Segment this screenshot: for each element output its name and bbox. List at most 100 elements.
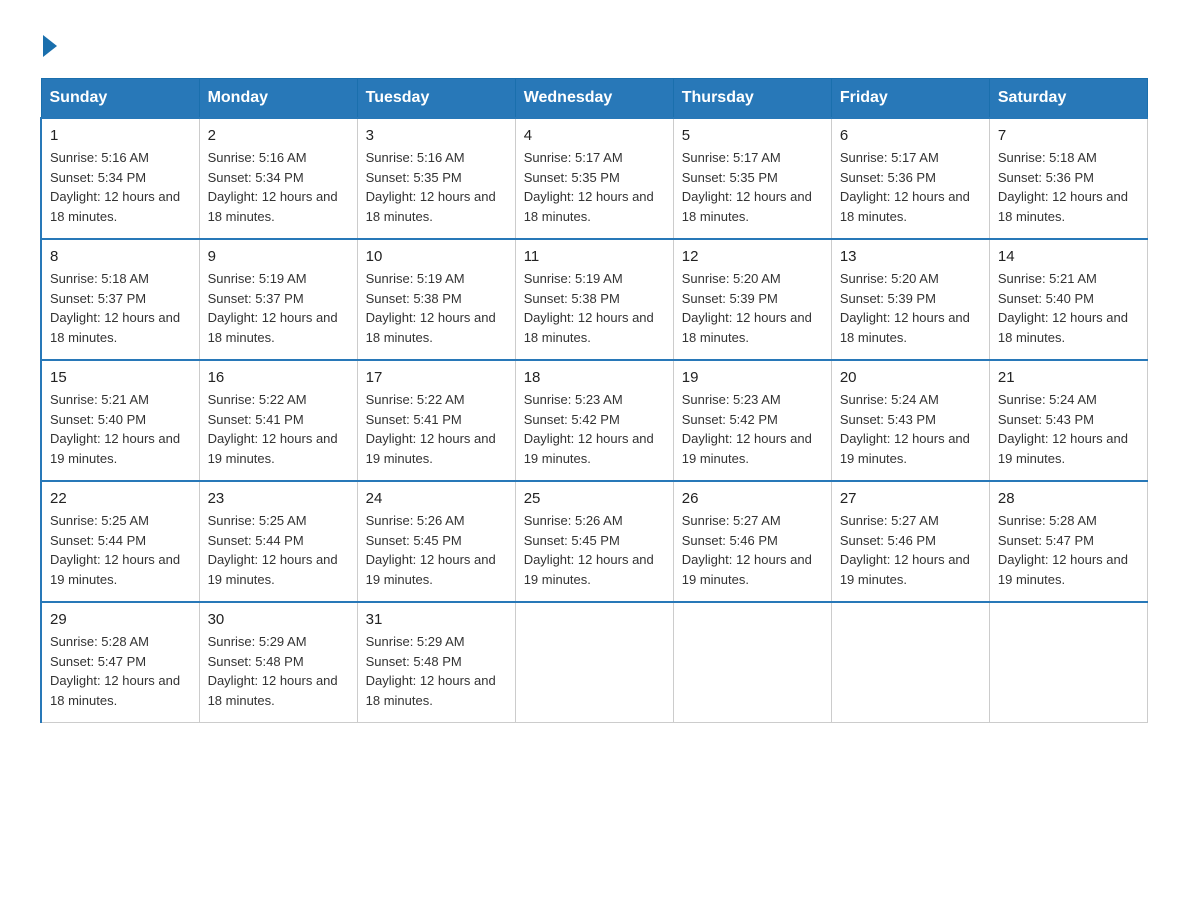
day-number: 7 <box>998 127 1139 144</box>
day-number: 28 <box>998 490 1139 507</box>
day-info: Sunrise: 5:16 AMSunset: 5:34 PMDaylight:… <box>208 148 349 226</box>
calendar-cell: 1 Sunrise: 5:16 AMSunset: 5:34 PMDayligh… <box>41 118 199 239</box>
calendar-week-4: 22 Sunrise: 5:25 AMSunset: 5:44 PMDaylig… <box>41 481 1148 602</box>
day-info: Sunrise: 5:20 AMSunset: 5:39 PMDaylight:… <box>840 269 981 347</box>
day-info: Sunrise: 5:19 AMSunset: 5:38 PMDaylight:… <box>524 269 665 347</box>
day-number: 29 <box>50 611 191 628</box>
col-header-sunday: Sunday <box>41 79 199 119</box>
calendar-cell: 23 Sunrise: 5:25 AMSunset: 5:44 PMDaylig… <box>199 481 357 602</box>
day-number: 20 <box>840 369 981 386</box>
calendar-cell: 7 Sunrise: 5:18 AMSunset: 5:36 PMDayligh… <box>989 118 1147 239</box>
calendar-cell: 8 Sunrise: 5:18 AMSunset: 5:37 PMDayligh… <box>41 239 199 360</box>
calendar-cell: 20 Sunrise: 5:24 AMSunset: 5:43 PMDaylig… <box>831 360 989 481</box>
day-info: Sunrise: 5:29 AMSunset: 5:48 PMDaylight:… <box>366 632 507 710</box>
day-info: Sunrise: 5:27 AMSunset: 5:46 PMDaylight:… <box>840 511 981 589</box>
calendar-cell <box>515 602 673 723</box>
calendar-cell: 24 Sunrise: 5:26 AMSunset: 5:45 PMDaylig… <box>357 481 515 602</box>
calendar-table: SundayMondayTuesdayWednesdayThursdayFrid… <box>40 78 1148 723</box>
day-info: Sunrise: 5:19 AMSunset: 5:37 PMDaylight:… <box>208 269 349 347</box>
calendar-header-row: SundayMondayTuesdayWednesdayThursdayFrid… <box>41 79 1148 119</box>
day-number: 11 <box>524 248 665 265</box>
col-header-friday: Friday <box>831 79 989 119</box>
day-number: 25 <box>524 490 665 507</box>
day-number: 26 <box>682 490 823 507</box>
calendar-cell: 13 Sunrise: 5:20 AMSunset: 5:39 PMDaylig… <box>831 239 989 360</box>
day-info: Sunrise: 5:16 AMSunset: 5:35 PMDaylight:… <box>366 148 507 226</box>
day-number: 21 <box>998 369 1139 386</box>
day-number: 24 <box>366 490 507 507</box>
calendar-cell: 17 Sunrise: 5:22 AMSunset: 5:41 PMDaylig… <box>357 360 515 481</box>
calendar-cell: 5 Sunrise: 5:17 AMSunset: 5:35 PMDayligh… <box>673 118 831 239</box>
calendar-cell: 2 Sunrise: 5:16 AMSunset: 5:34 PMDayligh… <box>199 118 357 239</box>
calendar-cell: 3 Sunrise: 5:16 AMSunset: 5:35 PMDayligh… <box>357 118 515 239</box>
day-number: 18 <box>524 369 665 386</box>
calendar-cell: 4 Sunrise: 5:17 AMSunset: 5:35 PMDayligh… <box>515 118 673 239</box>
day-number: 9 <box>208 248 349 265</box>
calendar-cell: 29 Sunrise: 5:28 AMSunset: 5:47 PMDaylig… <box>41 602 199 723</box>
day-number: 2 <box>208 127 349 144</box>
calendar-cell: 21 Sunrise: 5:24 AMSunset: 5:43 PMDaylig… <box>989 360 1147 481</box>
calendar-cell: 28 Sunrise: 5:28 AMSunset: 5:47 PMDaylig… <box>989 481 1147 602</box>
day-number: 10 <box>366 248 507 265</box>
day-number: 27 <box>840 490 981 507</box>
day-info: Sunrise: 5:25 AMSunset: 5:44 PMDaylight:… <box>50 511 191 589</box>
calendar-cell: 22 Sunrise: 5:25 AMSunset: 5:44 PMDaylig… <box>41 481 199 602</box>
day-number: 12 <box>682 248 823 265</box>
day-info: Sunrise: 5:24 AMSunset: 5:43 PMDaylight:… <box>998 390 1139 468</box>
calendar-cell: 11 Sunrise: 5:19 AMSunset: 5:38 PMDaylig… <box>515 239 673 360</box>
calendar-cell: 10 Sunrise: 5:19 AMSunset: 5:38 PMDaylig… <box>357 239 515 360</box>
day-info: Sunrise: 5:26 AMSunset: 5:45 PMDaylight:… <box>524 511 665 589</box>
day-number: 19 <box>682 369 823 386</box>
day-info: Sunrise: 5:17 AMSunset: 5:35 PMDaylight:… <box>524 148 665 226</box>
calendar-cell <box>673 602 831 723</box>
calendar-cell: 26 Sunrise: 5:27 AMSunset: 5:46 PMDaylig… <box>673 481 831 602</box>
day-info: Sunrise: 5:21 AMSunset: 5:40 PMDaylight:… <box>998 269 1139 347</box>
day-info: Sunrise: 5:22 AMSunset: 5:41 PMDaylight:… <box>366 390 507 468</box>
day-number: 5 <box>682 127 823 144</box>
calendar-cell: 16 Sunrise: 5:22 AMSunset: 5:41 PMDaylig… <box>199 360 357 481</box>
col-header-saturday: Saturday <box>989 79 1147 119</box>
day-number: 22 <box>50 490 191 507</box>
calendar-cell: 19 Sunrise: 5:23 AMSunset: 5:42 PMDaylig… <box>673 360 831 481</box>
day-info: Sunrise: 5:28 AMSunset: 5:47 PMDaylight:… <box>998 511 1139 589</box>
day-info: Sunrise: 5:21 AMSunset: 5:40 PMDaylight:… <box>50 390 191 468</box>
calendar-cell: 9 Sunrise: 5:19 AMSunset: 5:37 PMDayligh… <box>199 239 357 360</box>
day-info: Sunrise: 5:17 AMSunset: 5:36 PMDaylight:… <box>840 148 981 226</box>
calendar-cell <box>989 602 1147 723</box>
calendar-cell: 18 Sunrise: 5:23 AMSunset: 5:42 PMDaylig… <box>515 360 673 481</box>
logo <box>40 30 57 58</box>
day-number: 31 <box>366 611 507 628</box>
calendar-cell: 15 Sunrise: 5:21 AMSunset: 5:40 PMDaylig… <box>41 360 199 481</box>
calendar-week-2: 8 Sunrise: 5:18 AMSunset: 5:37 PMDayligh… <box>41 239 1148 360</box>
day-info: Sunrise: 5:23 AMSunset: 5:42 PMDaylight:… <box>682 390 823 468</box>
calendar-week-1: 1 Sunrise: 5:16 AMSunset: 5:34 PMDayligh… <box>41 118 1148 239</box>
day-number: 17 <box>366 369 507 386</box>
day-info: Sunrise: 5:29 AMSunset: 5:48 PMDaylight:… <box>208 632 349 710</box>
day-number: 8 <box>50 248 191 265</box>
calendar-cell: 31 Sunrise: 5:29 AMSunset: 5:48 PMDaylig… <box>357 602 515 723</box>
day-number: 3 <box>366 127 507 144</box>
day-info: Sunrise: 5:18 AMSunset: 5:37 PMDaylight:… <box>50 269 191 347</box>
col-header-thursday: Thursday <box>673 79 831 119</box>
day-info: Sunrise: 5:26 AMSunset: 5:45 PMDaylight:… <box>366 511 507 589</box>
day-number: 15 <box>50 369 191 386</box>
calendar-week-3: 15 Sunrise: 5:21 AMSunset: 5:40 PMDaylig… <box>41 360 1148 481</box>
day-info: Sunrise: 5:25 AMSunset: 5:44 PMDaylight:… <box>208 511 349 589</box>
day-info: Sunrise: 5:27 AMSunset: 5:46 PMDaylight:… <box>682 511 823 589</box>
day-number: 30 <box>208 611 349 628</box>
day-number: 4 <box>524 127 665 144</box>
day-info: Sunrise: 5:23 AMSunset: 5:42 PMDaylight:… <box>524 390 665 468</box>
day-info: Sunrise: 5:17 AMSunset: 5:35 PMDaylight:… <box>682 148 823 226</box>
day-info: Sunrise: 5:18 AMSunset: 5:36 PMDaylight:… <box>998 148 1139 226</box>
day-number: 14 <box>998 248 1139 265</box>
day-info: Sunrise: 5:20 AMSunset: 5:39 PMDaylight:… <box>682 269 823 347</box>
calendar-cell: 30 Sunrise: 5:29 AMSunset: 5:48 PMDaylig… <box>199 602 357 723</box>
day-info: Sunrise: 5:22 AMSunset: 5:41 PMDaylight:… <box>208 390 349 468</box>
day-info: Sunrise: 5:24 AMSunset: 5:43 PMDaylight:… <box>840 390 981 468</box>
day-number: 1 <box>50 127 191 144</box>
page-header <box>40 30 1148 58</box>
calendar-week-5: 29 Sunrise: 5:28 AMSunset: 5:47 PMDaylig… <box>41 602 1148 723</box>
day-info: Sunrise: 5:19 AMSunset: 5:38 PMDaylight:… <box>366 269 507 347</box>
col-header-monday: Monday <box>199 79 357 119</box>
day-info: Sunrise: 5:16 AMSunset: 5:34 PMDaylight:… <box>50 148 191 226</box>
